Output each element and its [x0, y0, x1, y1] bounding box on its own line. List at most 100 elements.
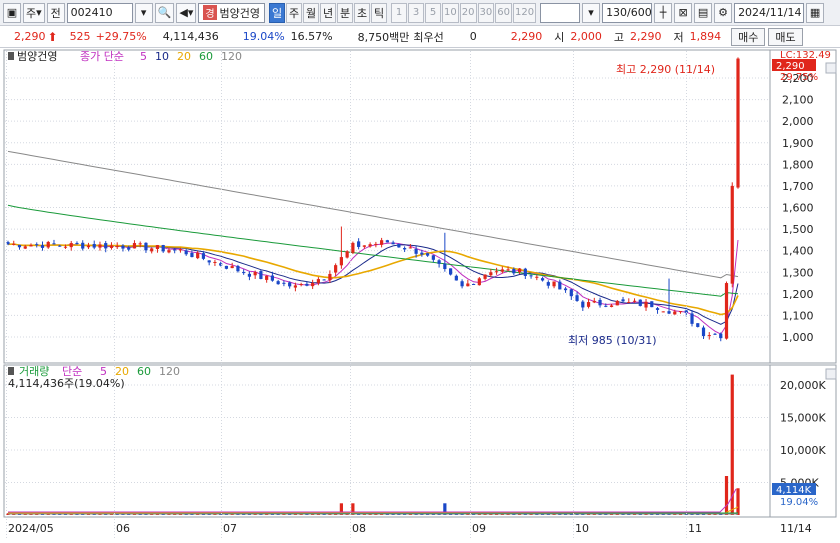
up-arrow-icon: ⬆	[47, 29, 58, 44]
sell-button[interactable]: 매도	[768, 27, 803, 46]
candle-body	[299, 284, 303, 286]
candle-body	[385, 240, 389, 243]
code-dropdown-icon[interactable]: ▾	[134, 2, 153, 23]
candle-body	[351, 242, 355, 253]
vol-legend-60: 60	[137, 365, 151, 378]
candle-body	[334, 265, 338, 273]
candle-body	[661, 311, 665, 313]
period-5[interactable]: 초	[354, 2, 371, 23]
candle-body	[288, 282, 292, 287]
print-icon[interactable]: ▤	[694, 2, 713, 23]
zoom-icon[interactable]: ⊠	[674, 2, 693, 23]
blank-dropdown-icon[interactable]: ▾	[582, 2, 601, 23]
amount-value: 8,750백만	[357, 30, 410, 44]
candle-body	[104, 243, 108, 249]
candle-body	[150, 248, 154, 252]
ma-legend-5: 5	[140, 50, 147, 63]
speaker-icon[interactable]: ◀▾	[176, 2, 197, 23]
calendar-icon[interactable]: ▦	[806, 2, 825, 23]
ma-legend-main: 종가 단순	[80, 50, 124, 63]
stock-name-field[interactable]: 경 범양건영	[198, 2, 266, 23]
chart-area[interactable]: 2,200 2,100 2,000 1,900 1,800 1,700 1,600 1,500…	[0, 49, 840, 540]
blank-input[interactable]	[540, 2, 581, 23]
candle-body	[431, 255, 435, 260]
interval-120[interactable]: 120	[512, 2, 537, 23]
period-0[interactable]: 일	[269, 2, 286, 23]
candle-body	[121, 245, 125, 249]
candle-body	[196, 252, 200, 259]
market-select[interactable]: 주 ▾	[23, 2, 45, 23]
candle-body	[339, 257, 343, 266]
candle-body	[494, 271, 499, 273]
candle-body	[29, 244, 33, 247]
candle-body	[115, 246, 119, 248]
candle-body	[242, 272, 246, 274]
period-4[interactable]: 분	[337, 2, 354, 23]
candle-body	[12, 243, 16, 245]
volume-menu-icon[interactable]	[8, 367, 14, 375]
candle-body	[63, 246, 68, 248]
stock-name: 범양건영	[219, 6, 261, 20]
candle-body	[592, 300, 596, 303]
x-tick-label: 2024/05	[8, 522, 54, 535]
candle-body	[471, 283, 476, 285]
candle-body	[454, 275, 458, 281]
search-icon[interactable]: 🔍	[154, 2, 175, 23]
candle-body	[155, 245, 160, 249]
candle-body	[362, 245, 366, 247]
period-2[interactable]: 월	[303, 2, 320, 23]
code-input[interactable]: 002410	[66, 2, 133, 23]
vol-scroll-up-button[interactable]	[825, 368, 837, 380]
volume-text: 4,114,436주(19.04%)	[8, 377, 125, 390]
candle-body	[673, 311, 677, 315]
period-1[interactable]: 주	[286, 2, 303, 23]
gear-icon[interactable]: ⚙	[714, 2, 733, 23]
y-tick-label: 1,800	[782, 158, 814, 171]
count-field[interactable]: 130/600	[602, 2, 653, 23]
interval-1[interactable]: 1	[391, 2, 408, 23]
volume-value: 4,114,436	[162, 30, 219, 43]
price-chart[interactable]: 2,2002,1002,0001,9001,8001,7001,6001,500…	[0, 49, 840, 540]
candle-body	[270, 275, 275, 281]
candle-body	[265, 275, 269, 280]
candle-body	[713, 333, 717, 335]
interval-20[interactable]: 20	[459, 2, 477, 23]
candle-body	[132, 243, 137, 249]
interval-3[interactable]: 3	[408, 2, 425, 23]
interval-60[interactable]: 60	[495, 2, 512, 23]
candle-body	[558, 281, 562, 290]
candle-body	[512, 269, 516, 274]
toolbar: ▣ 주 ▾ 전 002410 ▾ 🔍 ◀▾ 경 범양건영 일주월년분초틱 1351…	[0, 0, 840, 26]
candle-body	[282, 282, 286, 284]
prefix-button[interactable]: 전	[46, 2, 65, 23]
last-pct: 29.75%	[780, 72, 818, 83]
ma-legend-10: 10	[155, 50, 169, 63]
candle-body	[322, 279, 326, 281]
candle-body	[311, 282, 315, 287]
x-tick-label: 10	[575, 522, 589, 535]
volume-bar	[736, 488, 740, 515]
interval-30[interactable]: 30	[477, 2, 495, 23]
panel-menu-icon[interactable]	[8, 52, 14, 60]
interval-10[interactable]: 10	[442, 2, 459, 23]
window-icon[interactable]: ▣	[3, 2, 21, 23]
candle-body	[144, 242, 148, 251]
y-tick-label: 2,100	[782, 94, 814, 107]
interval-5[interactable]: 5	[425, 2, 442, 23]
candle-body	[724, 283, 729, 339]
candle-body	[213, 261, 217, 263]
high-annotation: 최고 2,290 (11/14)	[616, 63, 715, 76]
candle-body	[563, 288, 568, 291]
candle-icon[interactable]: ┼	[654, 2, 673, 23]
candle-body	[276, 281, 280, 285]
scroll-up-button[interactable]	[825, 62, 837, 74]
y-tick-label: 2,000	[782, 115, 814, 128]
buy-button[interactable]: 매수	[731, 27, 766, 46]
period-3[interactable]: 년	[320, 2, 337, 23]
x-tick-label: 11	[688, 522, 702, 535]
candle-body	[408, 247, 412, 249]
count-value: 130/600	[606, 6, 652, 19]
candle-body	[696, 323, 700, 327]
date-field[interactable]: 2024/11/14	[734, 2, 805, 23]
period-6[interactable]: 틱	[371, 2, 388, 23]
